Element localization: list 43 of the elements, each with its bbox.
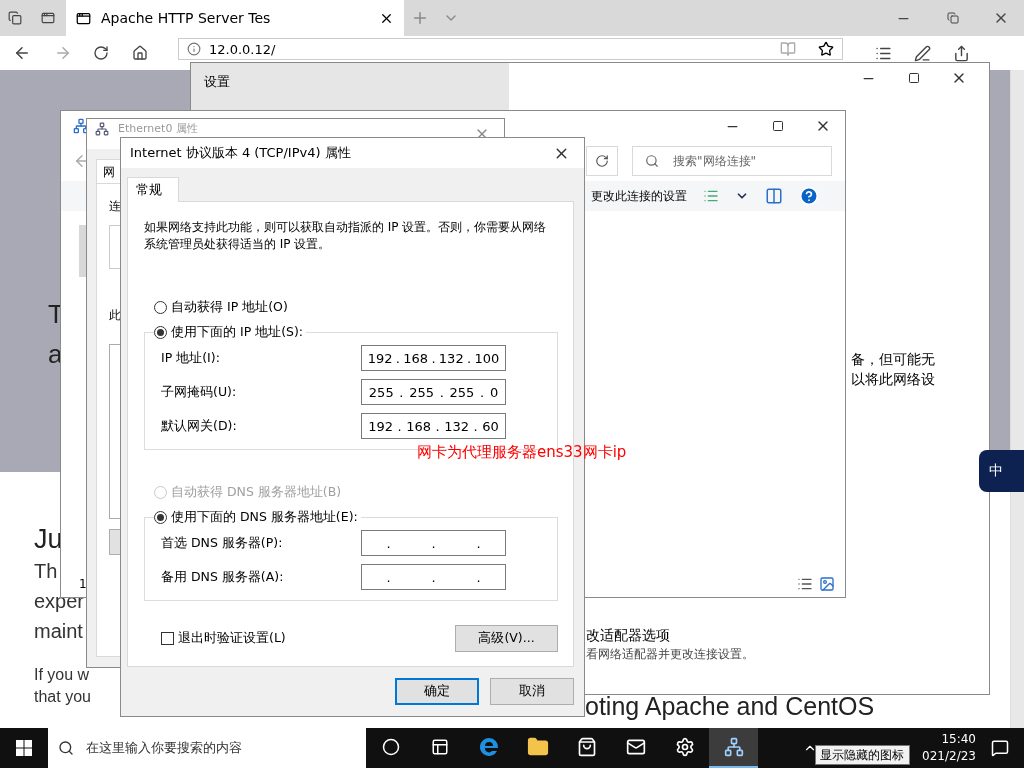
- field-label: IP 地址(I):: [161, 349, 221, 367]
- item-count: 1: [79, 577, 87, 591]
- ime-indicator[interactable]: 中: [979, 450, 1024, 492]
- field-label: 子网掩码(U):: [161, 383, 238, 401]
- body-text: 备，但可能无: [851, 350, 936, 369]
- paragraph-text: If you w: [34, 665, 90, 685]
- ip-address-field[interactable]: . . .: [361, 564, 506, 590]
- section-heading: oting Apache and CentOS: [585, 692, 875, 720]
- lead-text: exper: [34, 589, 85, 614]
- command-button[interactable]: 更改此连接的设置: [591, 187, 687, 205]
- body-text: 以将此网络设: [851, 370, 936, 389]
- dialog-title: Internet 协议版本 4 (TCP/IPv4) 属性: [129, 144, 351, 162]
- checkbox[interactable]: 退出时验证设置(L): [161, 630, 286, 647]
- description-text: 如果网络支持此功能，则可以获取自动指派的 IP 设置。否则，你需要从网络系统管理员处获得适当的 IP 设置。: [144, 219, 548, 253]
- url-text: 12.0.0.12/: [209, 41, 277, 57]
- field-label: 连: [109, 198, 121, 215]
- radio-label[interactable]: 自动获得 IP 地址(O): [171, 299, 288, 316]
- address-field[interactable]: 12.0.0.12/: [178, 38, 843, 60]
- tooltip: 显示隐藏的图标: [815, 745, 910, 765]
- link-description: 看网络适配器并更改连接设置。: [586, 646, 755, 663]
- window-title: 设置: [204, 74, 230, 89]
- ip-address-field[interactable]: 255 . 255 . 255 . 0: [361, 379, 506, 405]
- paragraph-text: that you: [34, 687, 91, 707]
- field-label: 默认网关(D):: [161, 417, 238, 435]
- annotation-text: 网卡为代理服务器ens33网卡ip: [417, 443, 627, 462]
- dialog-title: Ethernet0 属性: [117, 121, 198, 136]
- lead-text: Th: [34, 559, 58, 584]
- ip-address-field[interactable]: 192 . 168 . 132 . 100: [361, 345, 506, 371]
- lead-text: maint: [34, 619, 83, 644]
- ip-address-field[interactable]: 192 . 168 . 132 . 60: [361, 413, 506, 439]
- advanced-button[interactable]: 高级(V)...: [455, 625, 558, 652]
- field-label: 备用 DNS 服务器(A):: [161, 568, 285, 586]
- field-label: 首选 DNS 服务器(P):: [161, 534, 284, 552]
- settings-link[interactable]: 改适配器选项: [586, 625, 989, 645]
- dialog-button[interactable]: 确定: [395, 678, 479, 705]
- search-field[interactable]: 在这里输入你要搜索的内容: [48, 728, 366, 768]
- clock[interactable]: 15:40 021/2/23: [914, 731, 976, 765]
- search-field[interactable]: 搜索"网络连接": [632, 146, 832, 176]
- tab[interactable]: 常规: [127, 177, 179, 202]
- dialog-button[interactable]: 取消: [490, 678, 574, 705]
- browser-tab[interactable]: Apache HTTP Server Tes: [66, 0, 404, 36]
- tab-title: Apache HTTP Server Tes: [101, 10, 272, 26]
- ip-address-field[interactable]: . . .: [361, 530, 506, 556]
